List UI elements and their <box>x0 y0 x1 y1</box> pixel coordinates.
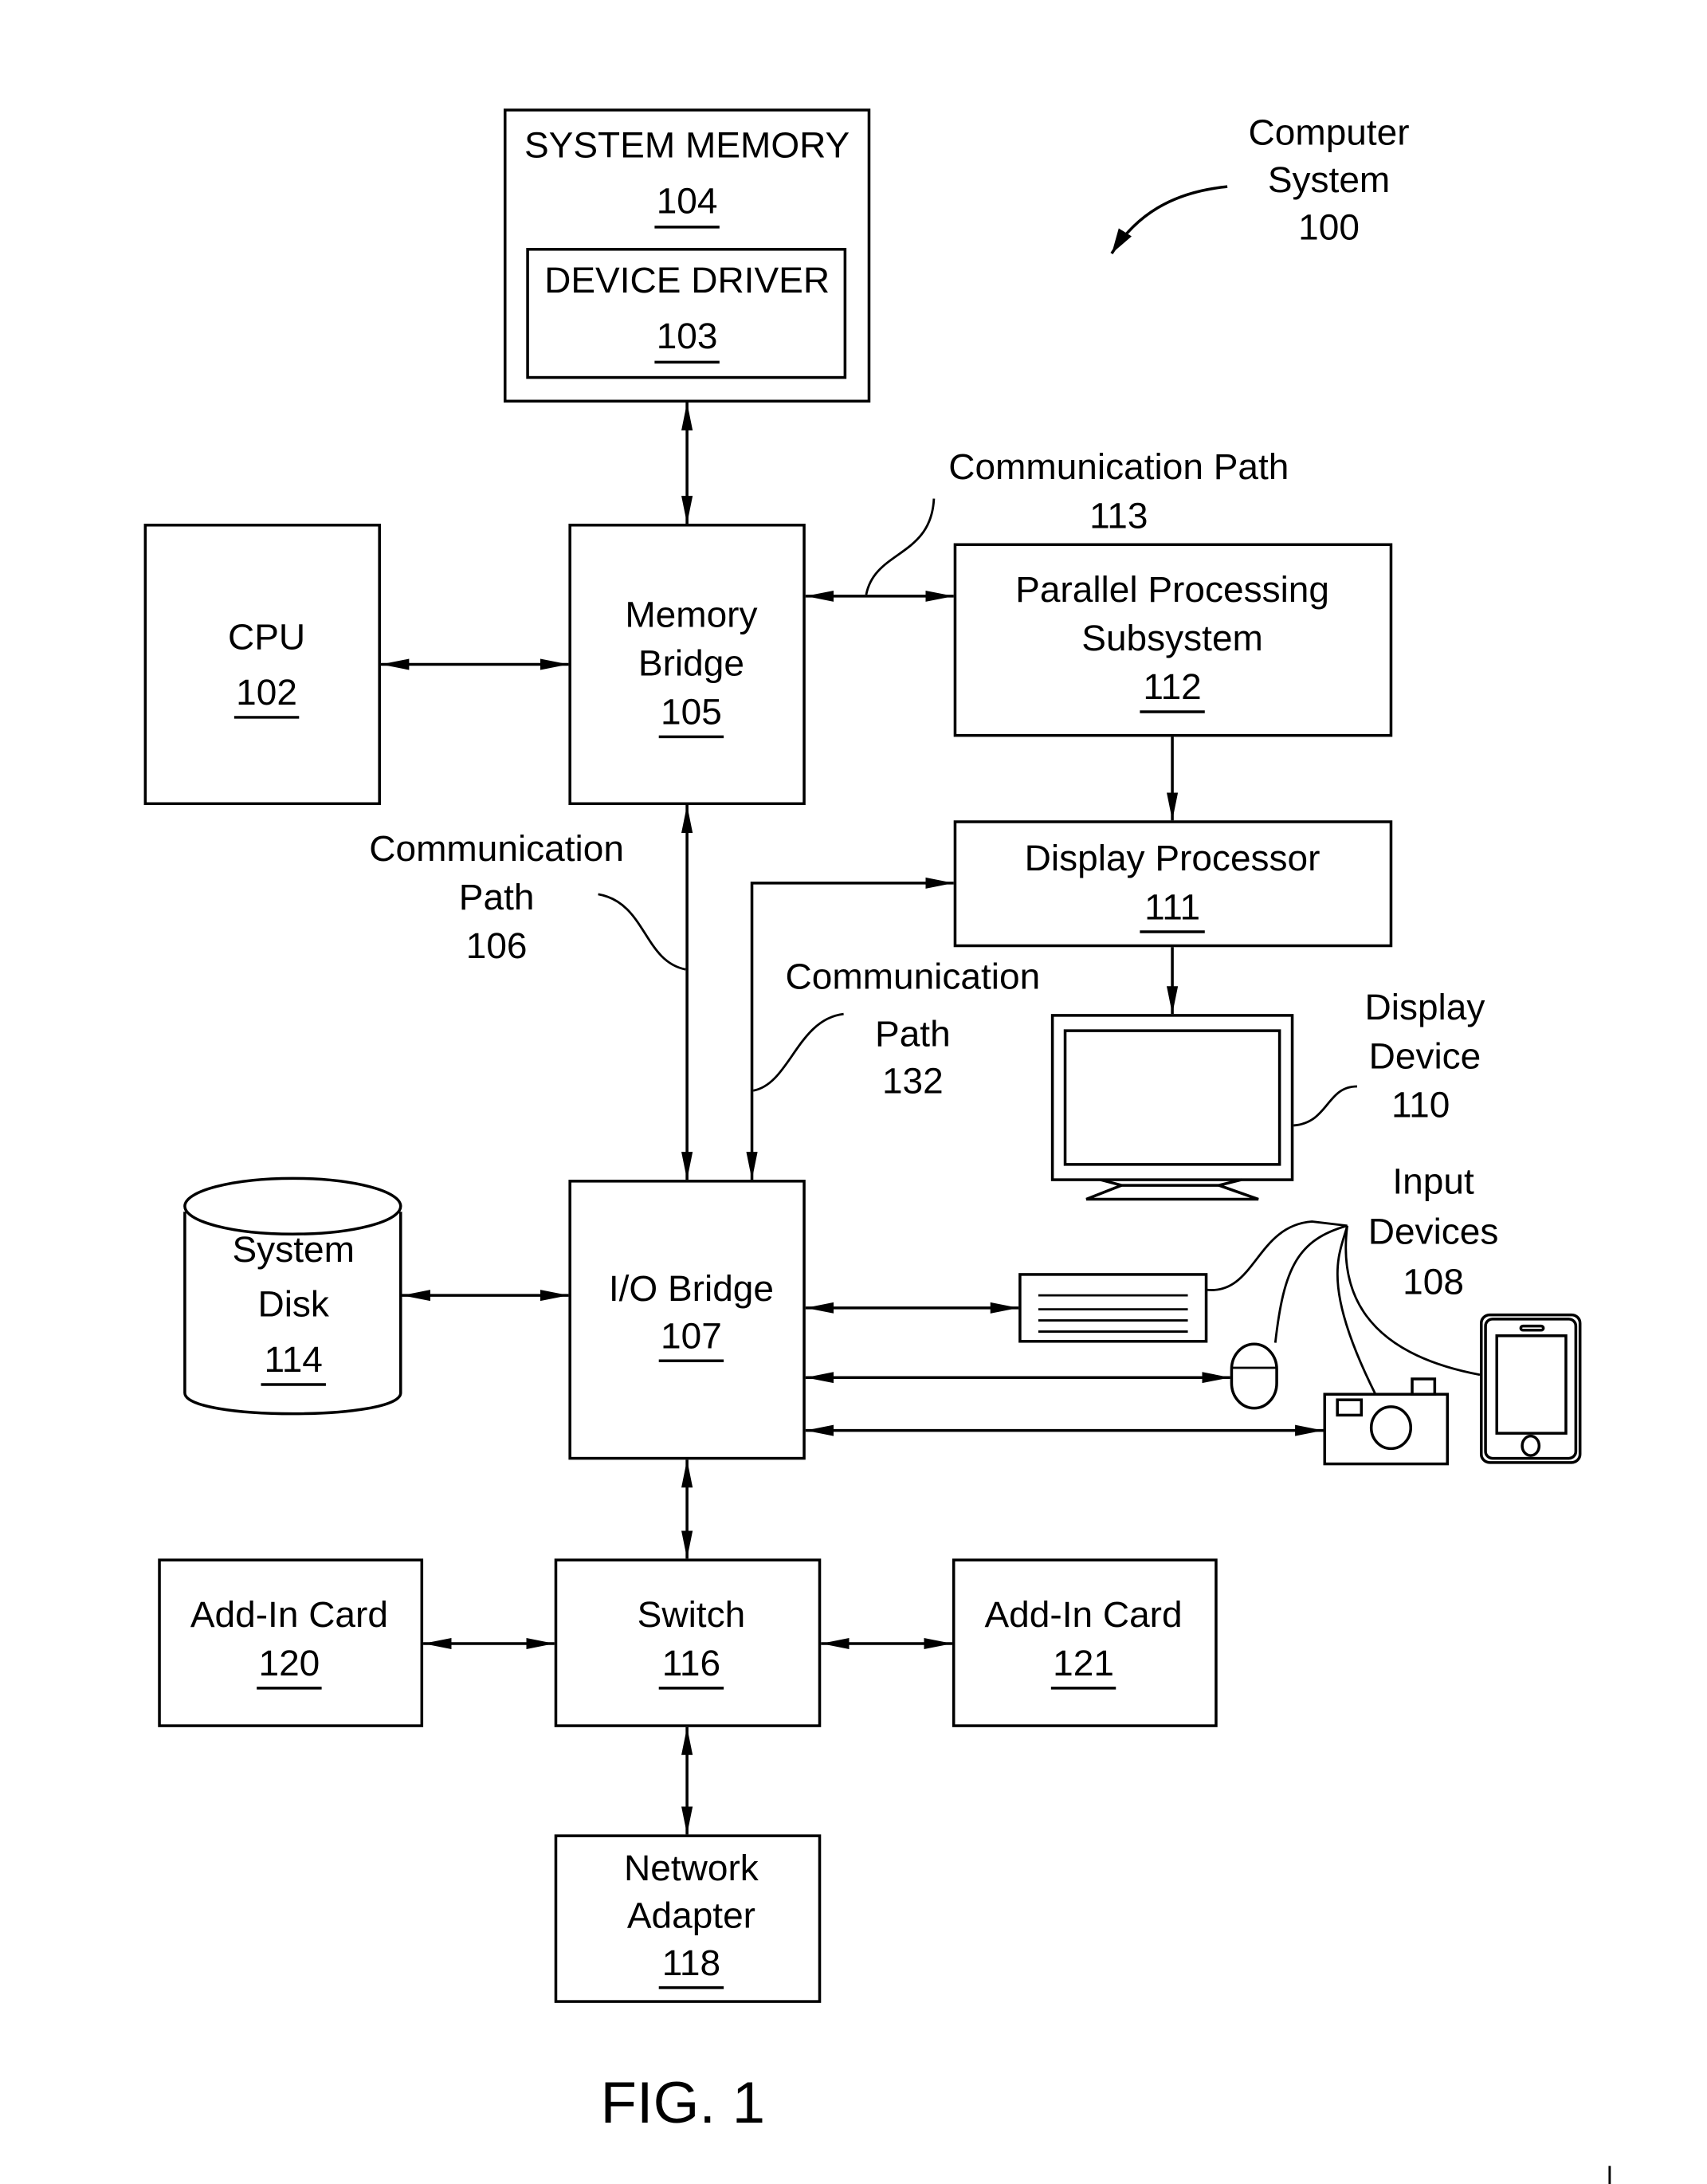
block-ref: 107 <box>661 1316 722 1357</box>
block-label: Memory <box>625 595 757 635</box>
callout-line: Path <box>875 1014 951 1055</box>
callout-line: Path <box>459 877 535 917</box>
block-ref: 105 <box>661 692 722 733</box>
block-label: SYSTEM MEMORY <box>524 125 850 166</box>
input-devices[interactable]: Input Devices 108 <box>1018 1161 1582 1466</box>
system-disk-block[interactable]: System Disk 114 <box>183 1176 402 1416</box>
leader-line <box>598 893 686 971</box>
block-ref: 118 <box>662 1942 720 1983</box>
leader-line <box>753 1012 844 1092</box>
block-diagram: Computer System 100 SYSTEM MEMORY 104 DE… <box>143 108 1611 2184</box>
cpu-block[interactable]: CPU 102 <box>143 524 381 806</box>
callout-line: Communication Path <box>948 446 1289 487</box>
block-ref: 104 <box>657 181 718 222</box>
leader-line <box>865 498 936 595</box>
block-label: Adapter <box>627 1895 755 1936</box>
system-memory-block[interactable]: SYSTEM MEMORY 104 DEVICE DRIVER 103 <box>503 108 871 403</box>
block-ref: 102 <box>236 672 297 713</box>
device-driver-block[interactable]: DEVICE DRIVER 103 <box>526 248 847 379</box>
callout-line: 100 <box>1298 207 1360 248</box>
block-ref: 116 <box>662 1643 720 1683</box>
block-label: System <box>233 1229 355 1270</box>
comm-path-106-callout: Communication Path 106 <box>369 828 686 971</box>
block-ref: 121 <box>1053 1643 1114 1683</box>
smartphone-icon <box>1479 1313 1582 1464</box>
block-label: Display Processor <box>1025 838 1320 878</box>
camera-icon <box>1323 1377 1450 1466</box>
keyboard-icon <box>1018 1273 1208 1343</box>
mouse-icon <box>1230 1342 1278 1410</box>
figure-label: FIG. 1 <box>601 2070 766 2135</box>
callout-line: 113 <box>1089 496 1148 536</box>
callout-line: System <box>1268 159 1390 200</box>
add-in-card-120-block[interactable]: Add-In Card 120 <box>158 1558 424 1727</box>
computer-system-callout: Computer System 100 <box>1110 112 1410 254</box>
block-ref: 114 <box>265 1340 323 1381</box>
add-in-card-121-block[interactable]: Add-In Card 121 <box>952 1558 1218 1727</box>
block-ref: 120 <box>259 1643 320 1683</box>
block-label: Switch <box>638 1594 746 1635</box>
callout-line: 110 <box>1391 1085 1450 1125</box>
callout-line: Computer <box>1249 112 1410 153</box>
callout-line: 132 <box>882 1061 944 1102</box>
block-label: Subsystem <box>1081 618 1263 658</box>
callout-line: Communication <box>369 828 624 869</box>
callout-line: Device <box>1369 1036 1481 1077</box>
curved-arrow-icon <box>1110 185 1228 254</box>
block-label: Add-In Card <box>985 1594 1183 1635</box>
display-processor-block[interactable]: Display Processor 111 <box>953 820 1393 948</box>
callout-line: Communication <box>786 956 1041 997</box>
memory-bridge-block[interactable]: Memory Bridge 105 <box>568 524 806 806</box>
block-label: Add-In Card <box>190 1594 388 1635</box>
block-ref: 111 <box>1144 887 1200 928</box>
block-ref: 112 <box>1143 666 1201 707</box>
block-label: Disk <box>257 1284 329 1325</box>
block-label: CPU <box>228 617 305 658</box>
block-label: Parallel Processing <box>1015 569 1329 610</box>
io-bridge-block[interactable]: I/O Bridge 107 <box>568 1180 806 1460</box>
block-label: I/O Bridge <box>609 1268 774 1309</box>
comm-path-132-callout: Communication Path 132 <box>753 956 1040 1102</box>
callout-line: Display <box>1365 987 1485 1027</box>
block-ref: 103 <box>657 316 718 356</box>
block-label: Network <box>624 1848 759 1888</box>
block-label: Bridge <box>638 643 744 684</box>
parallel-processing-block[interactable]: Parallel Processing Subsystem 112 <box>953 543 1393 737</box>
callout-line: Input <box>1392 1161 1474 1202</box>
block-label: DEVICE DRIVER <box>544 260 830 300</box>
switch-block[interactable]: Switch 116 <box>554 1558 822 1727</box>
callout-line: 106 <box>466 926 528 967</box>
leader-line <box>1293 1085 1358 1127</box>
callout-line: Devices <box>1368 1212 1499 1252</box>
callout-line: 108 <box>1403 1262 1464 1302</box>
network-adapter-block[interactable]: Network Adapter 118 <box>554 1834 822 2003</box>
